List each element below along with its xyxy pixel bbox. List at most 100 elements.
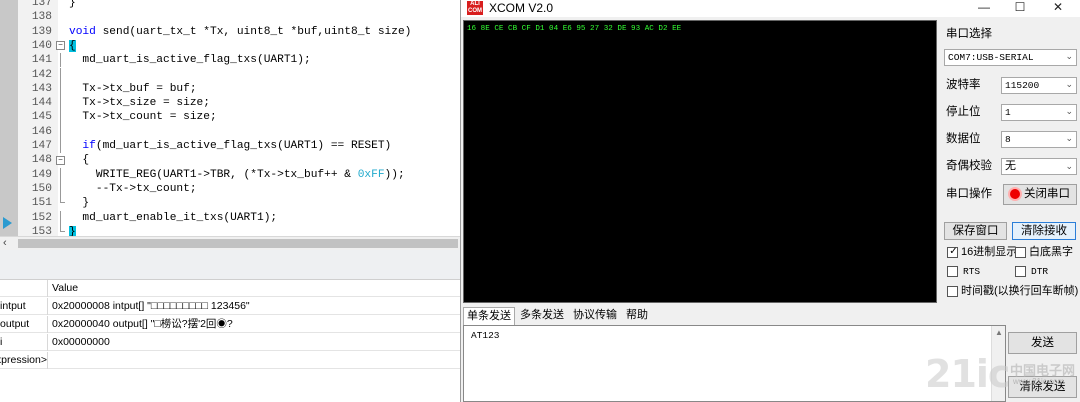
code-body: (md_uart_is_active_flag_txs(UART1) == RE… [95, 140, 392, 152]
stop-bits-select[interactable]: 1 ⌄ [1001, 104, 1077, 121]
send-text: AT123 [471, 330, 500, 341]
fold-guide [60, 181, 61, 197]
watch-header-value: Value [52, 282, 79, 294]
close-button[interactable]: ✕ [1041, 0, 1075, 17]
data-bits-select[interactable]: 8 ⌄ [1001, 131, 1077, 148]
watch-row[interactable]: i 0x00000000 [0, 334, 460, 351]
maximize-button[interactable]: ☐ [1003, 0, 1037, 17]
white-bg-label: 白底黑字 [1029, 246, 1073, 258]
code-line[interactable]: 137} [0, 0, 460, 10]
code-text: Tx->tx_count = size; [69, 110, 216, 124]
send-tabs: 单条发送 多条发送 协议传输 帮助 [463, 307, 937, 325]
code-text: { [69, 153, 89, 167]
clear-receive-button[interactable]: 清除接收 [1012, 222, 1076, 240]
code-text: { [69, 39, 76, 53]
rts-checkbox[interactable] [947, 266, 958, 277]
chevron-down-icon: ⌄ [1065, 107, 1073, 117]
fold-guide [60, 139, 61, 154]
fold-guide [60, 96, 61, 111]
code-line[interactable]: 147 if(md_uart_is_active_flag_txs(UART1)… [0, 139, 460, 154]
minimize-button[interactable]: — [967, 0, 1001, 17]
code-text: } [69, 225, 76, 236]
code-line[interactable]: 150 --Tx->tx_count; [0, 181, 460, 197]
receive-area[interactable]: 16 8E CE CB CF D1 04 E6 95 27 32 DE 93 A… [463, 20, 937, 303]
code-body: } [69, 225, 76, 236]
tab-multi-send[interactable]: 多条发送 [517, 307, 567, 325]
line-number: 146 [31, 125, 52, 138]
code-line[interactable]: 144 Tx->tx_size = size; [0, 96, 460, 111]
watch-row[interactable]: intput 0x20000008 intput[] "□□□□□□□□□ 12… [0, 298, 460, 315]
column-divider [47, 316, 48, 333]
close-port-button[interactable]: 关闭串口 [1003, 184, 1077, 205]
code-line[interactable]: 141 md_uart_is_active_flag_txs(UART1); [0, 53, 460, 68]
timestamp-checkbox[interactable] [947, 286, 958, 297]
execution-pointer-icon [3, 217, 12, 229]
save-window-button[interactable]: 保存窗口 [944, 222, 1007, 240]
baud-label: 波特率 [946, 79, 981, 91]
line-number: 145 [31, 111, 52, 124]
code-body: md_uart_is_active_flag_txs(UART1); [69, 54, 311, 67]
fold-end-guide [60, 196, 65, 204]
fold-guide [60, 124, 61, 139]
code-line[interactable]: 140−{ [0, 39, 460, 53]
code-text: Tx->tx_buf = buf; [69, 82, 196, 96]
line-number: 153 [31, 225, 52, 236]
watch-enter-expression-row[interactable]: <Enter expression> [0, 352, 460, 369]
enter-expression-input[interactable]: <Enter expression> [0, 352, 47, 369]
watch-row[interactable]: output 0x20000040 output[] "□橯讼?摆'2回◉? [0, 316, 460, 333]
baud-select[interactable]: 115200 ⌄ [1001, 77, 1077, 94]
code-line[interactable]: 148− { [0, 153, 460, 167]
code-body: WRITE_REG(UART1->TBR, (*Tx->tx_buf++ & [69, 168, 358, 181]
editor-horizontal-scrollbar[interactable]: ‹ [0, 236, 460, 250]
code-line[interactable]: 145 Tx->tx_count = size; [0, 110, 460, 125]
code-text: WRITE_REG(UART1->TBR, (*Tx->tx_buf++ & 0… [69, 168, 405, 182]
code-line[interactable]: 149 WRITE_REG(UART1->TBR, (*Tx->tx_buf++… [0, 167, 460, 182]
scroll-left-icon[interactable]: ‹ [3, 237, 7, 250]
code-line[interactable]: 138 [0, 10, 460, 24]
code-editor[interactable]: 137} 138 139 void send(uart_tx_t *Tx, uint8… [0, 0, 460, 236]
chevron-down-icon: ⌄ [1065, 80, 1073, 90]
code-body: { [69, 39, 76, 52]
tab-single-send[interactable]: 单条发送 [463, 307, 515, 325]
hex-display-checkbox[interactable]: ✓ [947, 246, 958, 258]
line-number: 143 [31, 82, 52, 95]
scrollbar-thumb[interactable] [18, 239, 458, 248]
code-number-literal: 0xFF [357, 168, 385, 181]
title-bar[interactable]: ALI COM XCOM V2.0 — ☐ ✕ [461, 0, 1080, 17]
port-select[interactable]: COM7:USB-SERIAL ⌄ [944, 49, 1077, 66]
parity-value: 无 [1005, 160, 1016, 172]
port-select-label: 串口选择 [946, 28, 992, 40]
send-button[interactable]: 发送 [1008, 332, 1077, 354]
watch-row-name: output [0, 318, 30, 330]
fold-toggle-icon[interactable]: − [56, 41, 65, 51]
code-line[interactable]: 143 Tx->tx_buf = buf; [0, 81, 460, 97]
white-bg-checkbox[interactable] [1015, 247, 1026, 258]
watch-row-value: 0x20000040 output[] "□橯讼?摆'2回◉? [52, 318, 233, 330]
fold-toggle-icon[interactable]: − [56, 155, 65, 165]
dtr-checkbox[interactable] [1015, 266, 1026, 277]
code-line[interactable]: 153} [0, 224, 460, 236]
tab-help[interactable]: 帮助 [623, 307, 651, 325]
data-bits-value: 8 [1005, 134, 1011, 145]
port-select-value: COM7:USB-SERIAL [948, 52, 1034, 63]
code-text: md_uart_enable_it_txs(UART1); [69, 211, 277, 225]
code-text: if(md_uart_is_active_flag_txs(UART1) == … [69, 139, 391, 153]
parity-select[interactable]: 无 ⌄ [1001, 158, 1077, 175]
code-keyword: void [69, 25, 96, 38]
tab-protocol[interactable]: 协议传输 [570, 307, 620, 325]
fold-end-guide [60, 224, 65, 232]
parity-label: 奇偶校验 [946, 160, 992, 172]
scroll-up-icon[interactable]: ▲ [995, 328, 1003, 337]
code-line[interactable]: 139 void send(uart_tx_t *Tx, uint8_t *buf… [0, 25, 460, 39]
code-body: send(uart_tx_t *Tx, uint8_t *buf,uint8_t… [95, 25, 412, 38]
fold-guide [60, 167, 61, 182]
xcom-window[interactable]: ALI COM XCOM V2.0 — ☐ ✕ 16 8E CE CB CF D1… [460, 0, 1080, 402]
code-line[interactable]: 142 [0, 67, 460, 82]
code-body: Tx->tx_size = size; [69, 97, 210, 110]
code-line[interactable]: 152 md_uart_enable_it_txs(UART1); [0, 210, 460, 225]
watch-window[interactable]: Value intput 0x20000008 intput[] "□□□□□□… [0, 280, 460, 402]
code-line[interactable]: 151 } [0, 196, 460, 210]
column-divider[interactable] [47, 280, 48, 297]
hex-display-label: 16进制显示 [961, 246, 1018, 258]
code-line[interactable]: 146 [0, 124, 460, 139]
